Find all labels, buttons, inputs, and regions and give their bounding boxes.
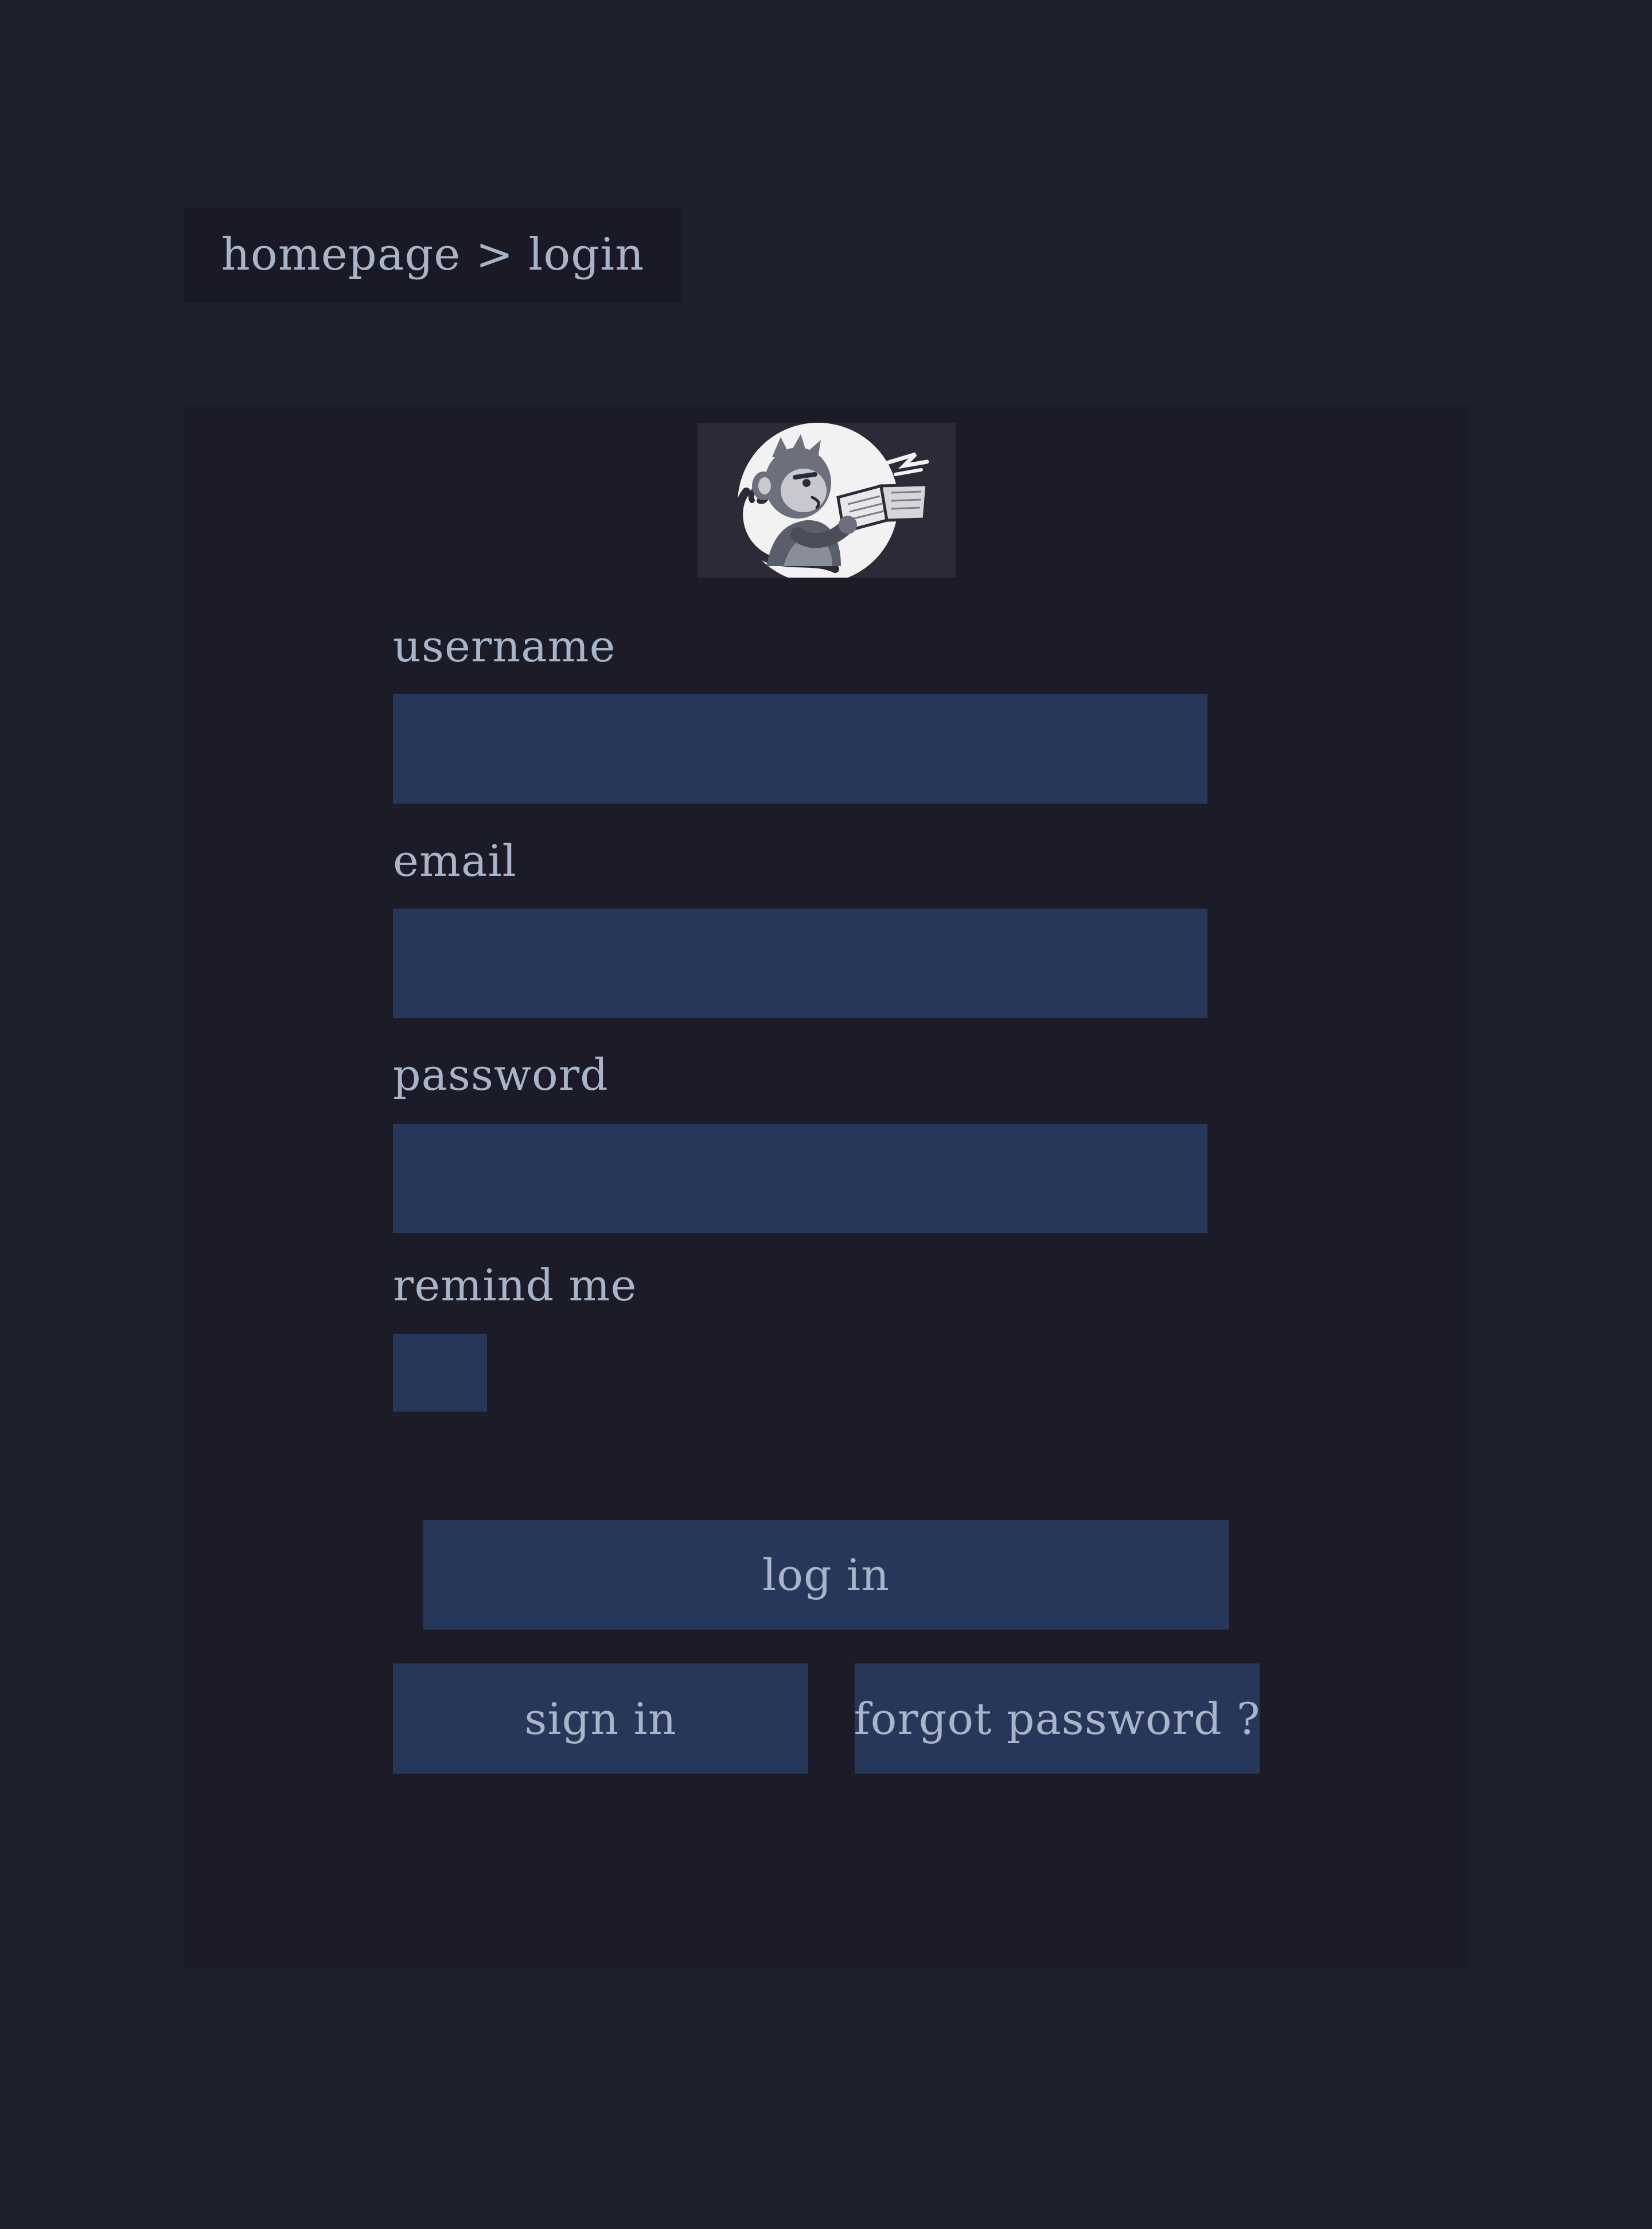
monkey-reading-logo-icon [698,423,956,578]
sign-in-button[interactable]: sign in [393,1663,808,1774]
remind-me-checkbox[interactable] [393,1334,487,1412]
forgot-password-button[interactable]: forgot password ? [854,1663,1260,1774]
username-input[interactable] [393,694,1207,804]
username-label: username [393,621,616,672]
log-in-button[interactable]: log in [423,1520,1229,1630]
password-label: password [393,1049,609,1100]
email-label: email [393,835,517,886]
remind-me-label: remind me [393,1260,637,1311]
breadcrumb[interactable]: homepage > login [184,208,682,302]
login-panel: username email password remind me log in… [184,405,1468,1969]
password-input[interactable] [393,1124,1207,1233]
email-input[interactable] [393,909,1207,1018]
